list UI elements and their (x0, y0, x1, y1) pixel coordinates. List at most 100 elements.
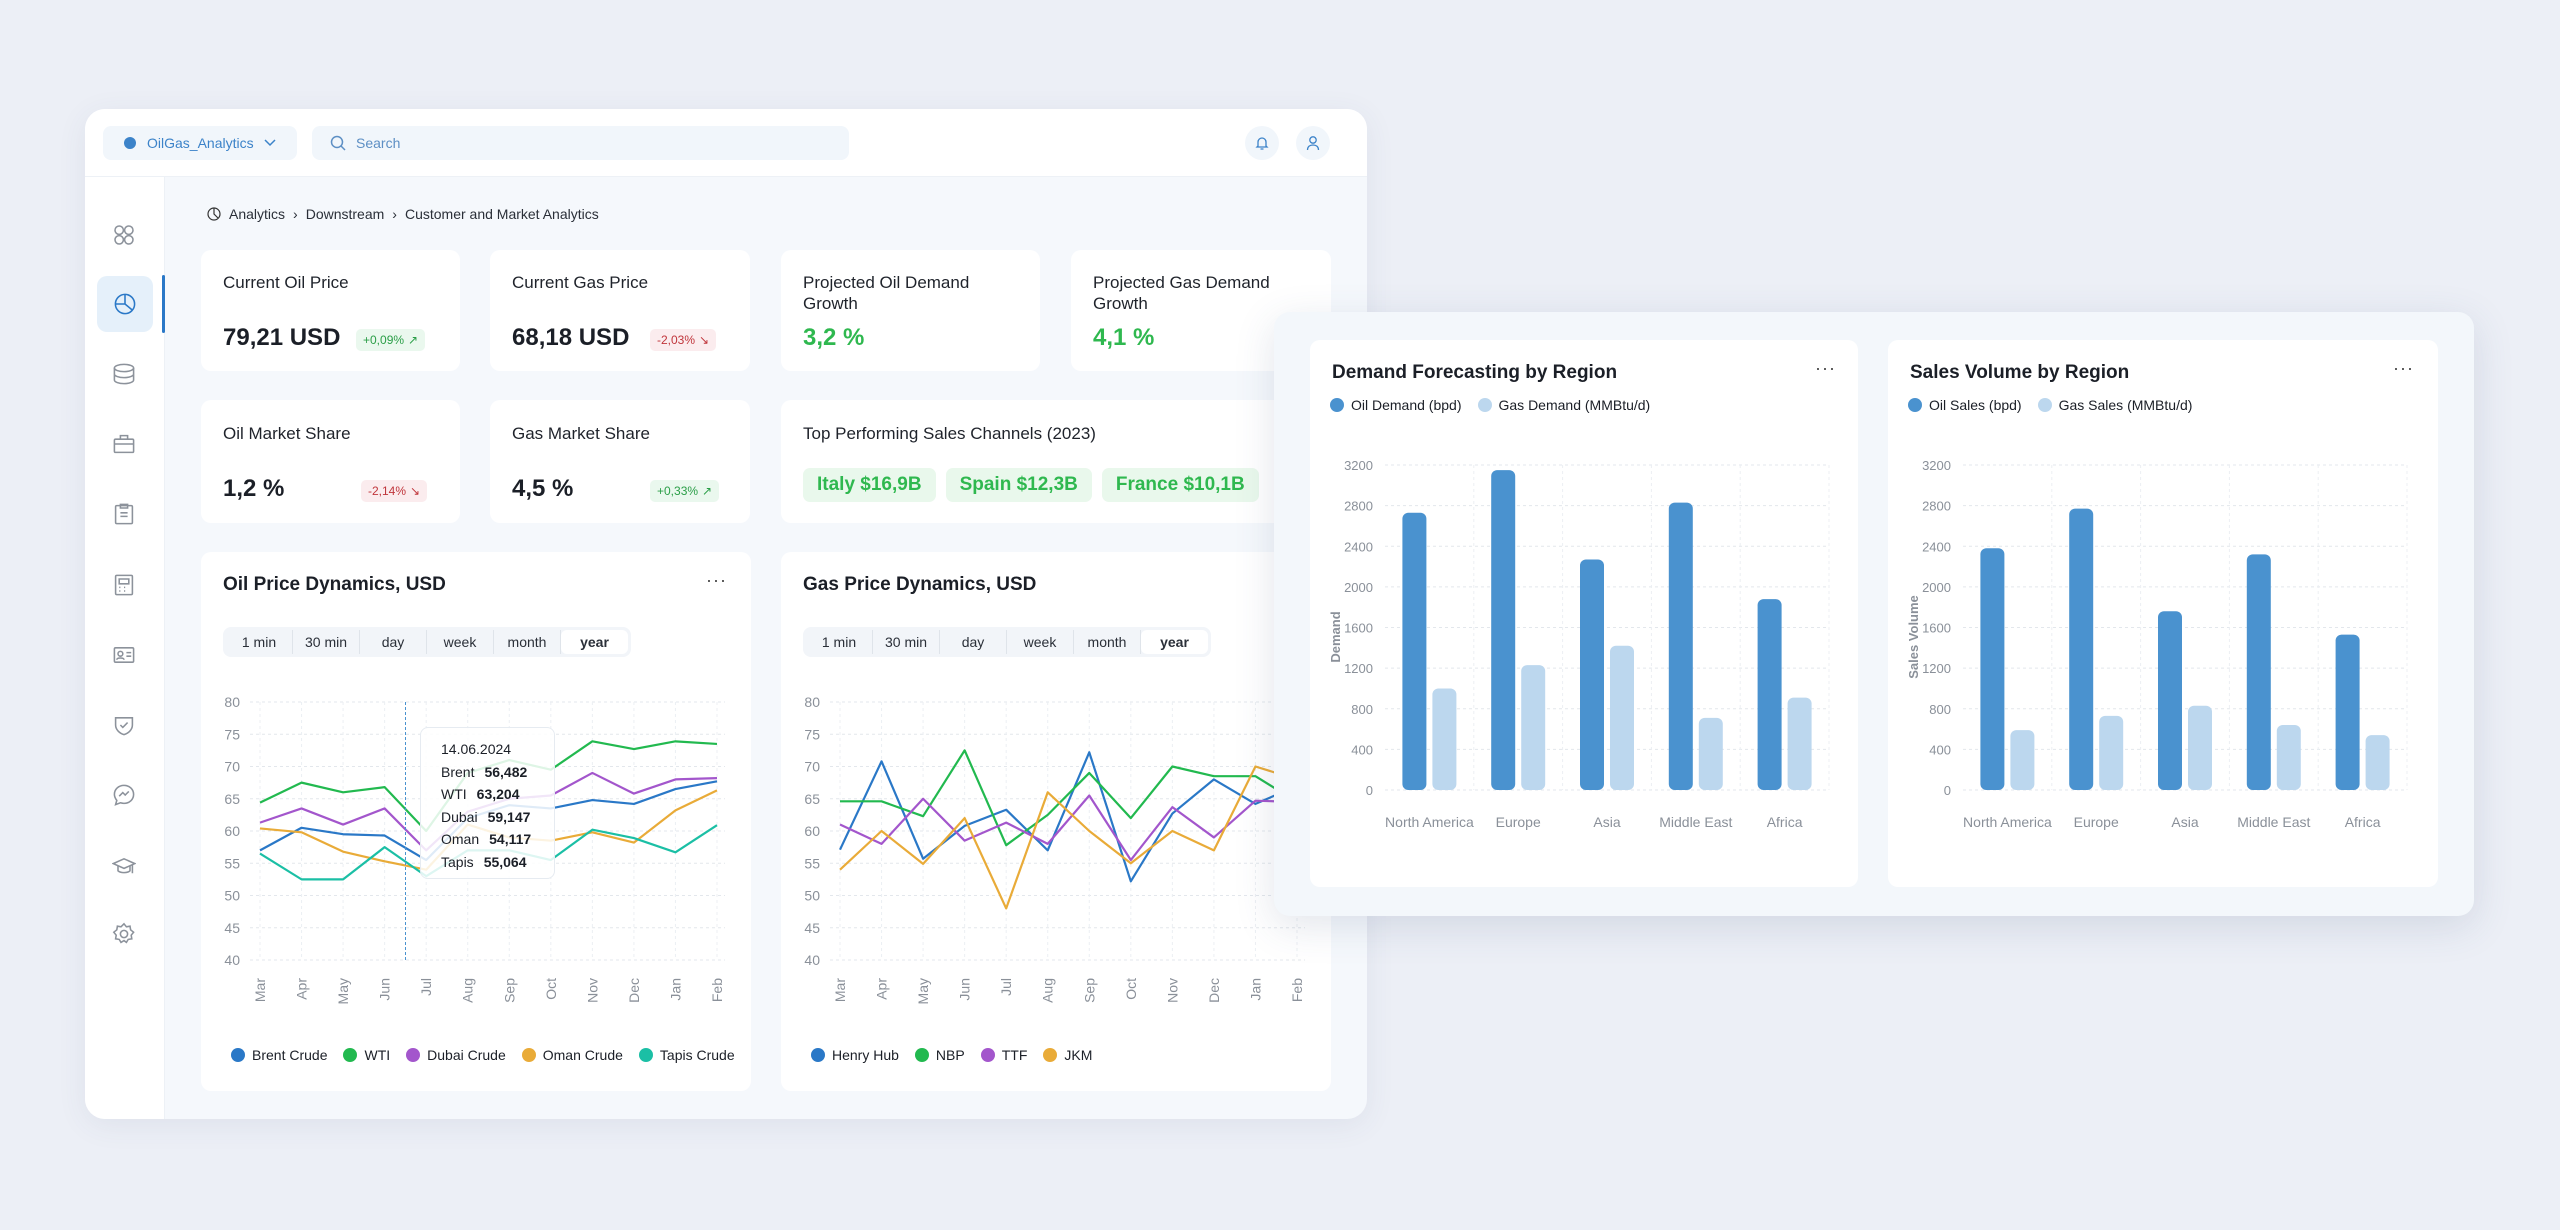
range-week[interactable]: week (1007, 630, 1074, 654)
range-30min[interactable]: 30 min (873, 630, 940, 654)
calculator-icon (114, 574, 134, 596)
legend-item[interactable]: Henry Hub (811, 1047, 899, 1063)
bar-oil[interactable] (1757, 599, 1782, 790)
bar-oil[interactable] (2335, 634, 2360, 790)
legend-item[interactable]: Dubai Crude (406, 1047, 506, 1063)
legend-item[interactable]: Oil Sales (bpd) (1908, 397, 2022, 413)
kpi-value: 4,1 % (1093, 324, 1155, 351)
bar-oil[interactable] (2246, 554, 2271, 790)
y-tick-label: 2000 (1344, 580, 1373, 595)
x-tick-label: North America (1963, 814, 2052, 830)
bar-gas[interactable] (1698, 717, 1723, 790)
bar-gas[interactable] (2099, 715, 2124, 790)
range-year[interactable]: year (561, 630, 628, 654)
change-text: +0,33% (657, 484, 699, 498)
bar-gas[interactable] (2276, 725, 2301, 790)
tooltip-value: 56,482 (484, 763, 528, 780)
legend-item[interactable]: JKM (1043, 1047, 1092, 1063)
search-input[interactable]: Search (312, 126, 849, 160)
legend-item[interactable]: Gas Sales (MMBtu/d) (2037, 397, 2192, 413)
sidebar-item-clipboard[interactable] (104, 494, 144, 534)
sidebar-item-briefcase[interactable] (104, 424, 144, 464)
bar-oil[interactable] (1402, 512, 1427, 790)
bar-gas[interactable] (1610, 645, 1634, 790)
breadcrumb-downstream[interactable]: Downstream (306, 206, 385, 222)
legend-item[interactable]: Tapis Crude (638, 1047, 735, 1063)
bar-gas[interactable] (1787, 697, 1812, 790)
dashboard-icon (114, 225, 134, 245)
range-year[interactable]: year (1141, 630, 1208, 654)
more-options-icon[interactable]: ··· (706, 570, 727, 591)
range-1min[interactable]: 1 min (226, 630, 293, 654)
series-line-henry-hub[interactable] (839, 751, 1298, 883)
series-line-ttf[interactable] (839, 794, 1298, 862)
graduation-cap-icon (112, 857, 136, 874)
breadcrumb-analytics[interactable]: Analytics (229, 206, 285, 222)
bar-gas[interactable] (2365, 735, 2390, 790)
x-tick-label: May (335, 978, 351, 1004)
y-tick-label: 40 (804, 952, 820, 968)
sidebar-item-settings[interactable] (104, 914, 144, 954)
y-tick-label: 800 (1351, 702, 1373, 717)
y-tick-label: 60 (804, 823, 820, 839)
bar-gas[interactable] (1521, 665, 1546, 790)
legend-item[interactable]: WTI (343, 1047, 390, 1063)
range-week[interactable]: week (427, 630, 494, 654)
x-tick-label: Asia (2171, 814, 2198, 830)
legend-item[interactable]: Gas Demand (MMBtu/d) (1477, 397, 1651, 413)
more-options-icon[interactable]: ··· (2393, 358, 2414, 379)
sidebar-item-analytics[interactable] (97, 276, 153, 332)
bar-oil[interactable] (1580, 559, 1604, 790)
sidebar-item-messenger[interactable] (104, 775, 144, 815)
change-text: -2,03% (657, 333, 696, 347)
bar-gas[interactable] (1432, 688, 1457, 790)
range-day[interactable]: day (360, 630, 427, 654)
trend-down-icon: ↘ (410, 484, 421, 498)
sidebar-item-id-card[interactable] (104, 635, 144, 675)
legend-label: NBP (935, 1047, 965, 1063)
sidebar-item-graduation-cap[interactable] (104, 846, 144, 886)
legend-item[interactable]: TTF (980, 1047, 1028, 1063)
bar-oil[interactable] (1980, 548, 2005, 790)
legend-label: TTF (1001, 1047, 1028, 1063)
bar-oil[interactable] (2158, 611, 2182, 790)
legend-item[interactable]: NBP (914, 1047, 965, 1063)
bar-gas[interactable] (2188, 705, 2212, 790)
notifications-button[interactable] (1245, 126, 1279, 160)
range-month[interactable]: month (494, 630, 561, 654)
legend-swatch (638, 1048, 653, 1062)
sidebar-item-calculator[interactable] (104, 565, 144, 605)
range-day[interactable]: day (940, 630, 1007, 654)
x-tick-label: Africa (2345, 814, 2381, 830)
range-1min[interactable]: 1 min (806, 630, 873, 654)
kpi-gas-price: Current Gas Price 68,18 USD -2,03% ↘ (490, 250, 750, 371)
tooltip-row: Brent 56,482 (441, 761, 534, 784)
x-tick-label: Jun (957, 978, 973, 1001)
sidebar-item-database[interactable] (104, 354, 144, 394)
bar-oil[interactable] (1668, 502, 1693, 790)
org-selector[interactable]: OilGas_Analytics (103, 126, 297, 160)
x-tick-label: Apr (874, 978, 890, 1000)
legend-item[interactable]: Brent Crude (231, 1047, 327, 1063)
legend-item[interactable]: Oil Demand (bpd) (1330, 397, 1462, 413)
y-tick-label: 3200 (1344, 458, 1373, 473)
sidebar-item-shield-check[interactable] (104, 705, 144, 745)
y-tick-label: 800 (1929, 702, 1951, 717)
legend-label: Gas Demand (MMBtu/d) (1498, 397, 1651, 413)
bar-gas[interactable] (2010, 730, 2035, 790)
sidebar-item-dashboard[interactable] (104, 215, 144, 255)
bar-oil[interactable] (1491, 470, 1516, 790)
more-options-icon[interactable]: ··· (1815, 358, 1836, 379)
profile-button[interactable] (1296, 126, 1330, 160)
kpi-value: 1,2 % (223, 475, 285, 502)
x-tick-label: Jan (667, 978, 683, 1001)
chart-legend: Henry Hub NBP TTF JKM (811, 1047, 1092, 1063)
x-tick-label: Aug (460, 978, 476, 1003)
range-month[interactable]: month (1074, 630, 1141, 654)
range-30min[interactable]: 30 min (293, 630, 360, 654)
legend-item[interactable]: Oman Crude (521, 1047, 623, 1063)
kpi-value: 68,18 USD (512, 324, 630, 351)
bar-oil[interactable] (2069, 508, 2094, 790)
y-tick-label: 1200 (1344, 661, 1373, 676)
legend-label: Dubai Crude (427, 1047, 506, 1063)
